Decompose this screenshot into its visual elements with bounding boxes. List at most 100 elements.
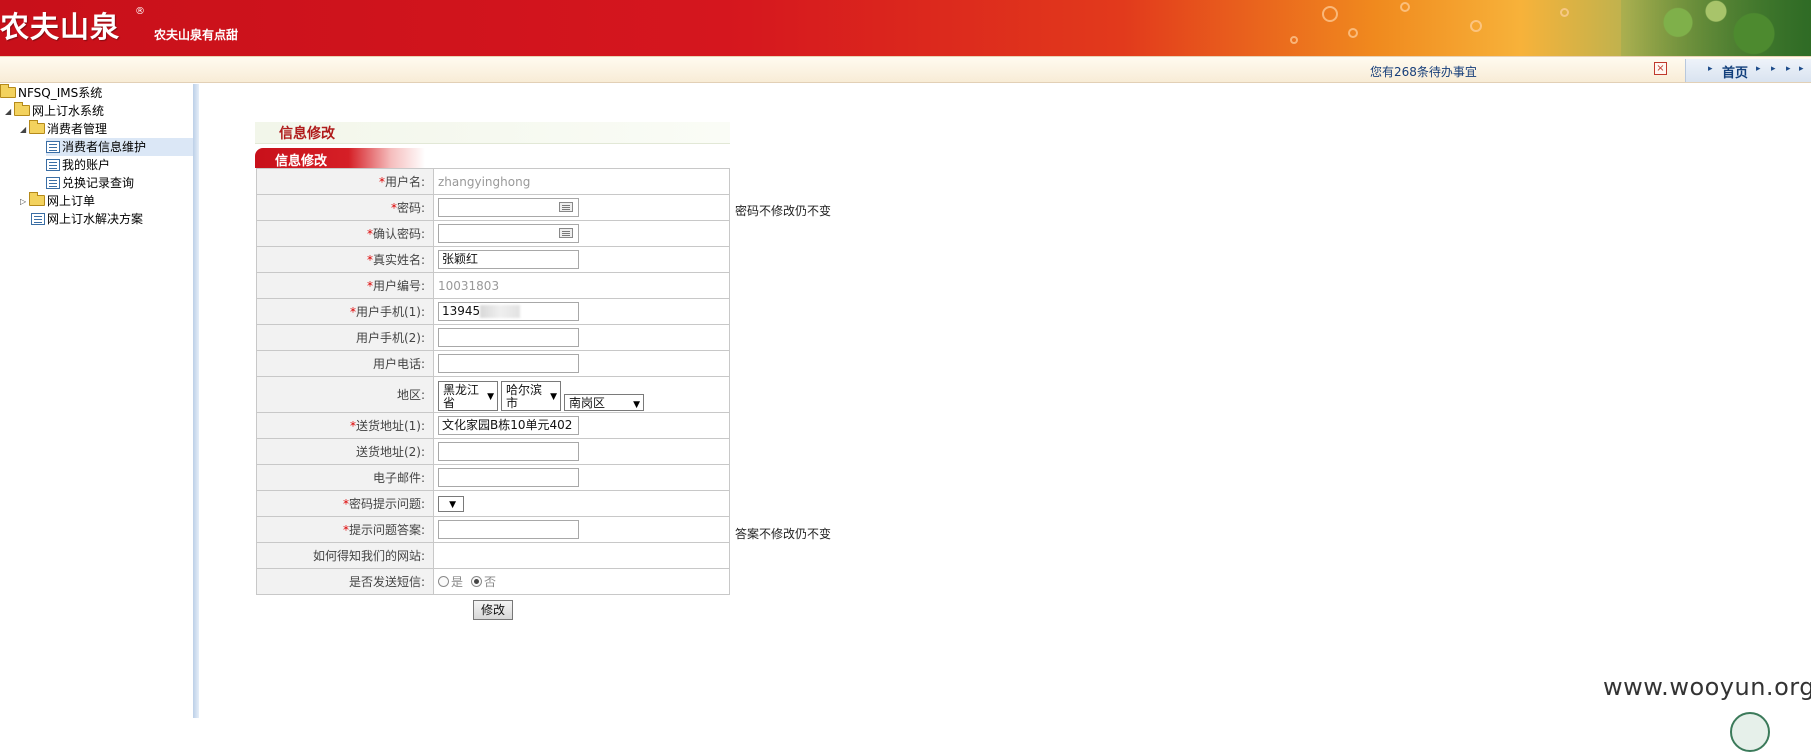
sms-no-label: 否 — [484, 575, 497, 589]
tree-node-online-order-system[interactable]: ◢ 网上订水系统 — [5, 102, 104, 120]
sms-yes-radio[interactable] — [438, 576, 449, 587]
tree-node-label: NFSQ_IMS系统 — [18, 86, 103, 100]
seal-logo-icon — [1730, 712, 1770, 752]
province-select[interactable]: 黑龙江省 ▼ — [438, 380, 498, 411]
confirm-password-label: 确认密码: — [372, 227, 425, 241]
arrow-right-icon: ▸ — [1771, 64, 1776, 74]
submit-button[interactable]: 修改 — [473, 600, 513, 620]
form-row-security-answer: *提示问题答案: — [256, 516, 730, 543]
city-select[interactable]: 哈尔滨市 ▼ — [501, 380, 561, 411]
notice-bar: 您有268条待办事宜 × ▸ 首页 ▸ ▸ ▸ ▸ — [0, 56, 1811, 83]
field-label: 用户电话: — [256, 350, 434, 377]
mobile1-value: 13945 — [442, 304, 481, 318]
security-answer-input[interactable] — [438, 520, 579, 539]
district-value: 南岗区 — [569, 396, 606, 410]
form-row-mobile2: 用户手机(2): — [256, 324, 730, 351]
field-label: 是否发送短信: — [256, 568, 434, 595]
edit-info-form: *用户名: zhangyinghong *密码: *确认密码: *真实姓名: 张… — [256, 168, 730, 595]
tree-node-root[interactable]: NFSQ_IMS系统 — [0, 84, 102, 102]
form-row-phone: 用户电话: — [256, 350, 730, 377]
form-row-username: *用户名: zhangyinghong — [256, 168, 730, 195]
field-label: *送货地址(1): — [256, 412, 434, 439]
field-label: *提示问题答案: — [256, 516, 434, 543]
security-question-select[interactable]: ▼ — [438, 495, 464, 512]
tree-node-label: 兑换记录查询 — [62, 176, 135, 190]
field-label: *密码: — [256, 194, 434, 221]
form-row-security-question: *密码提示问题: ▼ — [256, 490, 730, 517]
dropdown-arrow-icon: ▼ — [449, 499, 456, 510]
keyboard-icon[interactable] — [559, 228, 573, 238]
mobile1-input[interactable]: 13945 — [438, 302, 579, 321]
form-tab: 信息修改 — [255, 148, 730, 169]
real-name-input[interactable]: 张颖红 — [438, 250, 579, 269]
form-row-confirm-password: *确认密码: — [256, 220, 730, 247]
send-sms-label: 是否发送短信: — [348, 575, 425, 589]
password-label: 密码: — [396, 201, 425, 215]
nav-tab: ▸ 首页 ▸ ▸ ▸ ▸ — [1685, 59, 1811, 82]
tree-node-consumer-management[interactable]: ◢ 消费者管理 — [20, 120, 107, 138]
form-row-email: 电子邮件: — [256, 464, 730, 491]
address1-input[interactable]: 文化家园B栋10单元402 — [438, 416, 579, 435]
email-label: 电子邮件: — [372, 471, 425, 485]
form-row-region: 地区: 黑龙江省 ▼ 哈尔滨市 ▼ 南岗区 ▼ — [256, 376, 730, 413]
close-icon[interactable]: × — [1654, 62, 1667, 75]
tree-node-my-account[interactable]: 我的账户 — [46, 156, 110, 174]
mobile2-input[interactable] — [438, 328, 579, 347]
sidebar-splitter[interactable] — [193, 84, 199, 718]
security-question-label: 密码提示问题: — [348, 497, 425, 511]
form-row-address1: *送货地址(1): 文化家园B栋10单元402 — [256, 412, 730, 439]
how-known-label: 如何得知我们的网站: — [312, 549, 425, 563]
folder-open-icon — [14, 102, 30, 116]
form-row-mobile1: *用户手机(1): 13945 — [256, 298, 730, 325]
todo-link[interactable]: 您有268条待办事宜 — [1370, 63, 1477, 80]
field-label: 地区: — [256, 376, 434, 413]
tree-node-consumer-info[interactable]: 消费者信息维护 — [46, 138, 193, 156]
sms-no-radio[interactable] — [471, 576, 483, 587]
tree-node-label: 网上订水系统 — [32, 104, 105, 118]
water-drop-decoration — [1560, 8, 1569, 17]
tree-node-order-solution[interactable]: 网上订水解决方案 — [31, 210, 143, 228]
tree-node-redeem-records[interactable]: 兑换记录查询 — [46, 174, 134, 192]
district-select[interactable]: 南岗区 ▼ — [564, 394, 644, 411]
field-cell: 13945 — [433, 298, 730, 325]
field-label: 电子邮件: — [256, 464, 434, 491]
page-title: 信息修改 — [279, 126, 335, 142]
expand-arrow-icon[interactable]: ◢ — [5, 103, 14, 121]
phone-label: 用户电话: — [372, 357, 425, 371]
folder-open-icon — [29, 120, 45, 134]
confirm-password-input[interactable] — [438, 224, 579, 243]
expand-arrow-icon[interactable]: ◢ — [20, 121, 29, 139]
form-tab-label: 信息修改 — [275, 154, 328, 169]
username-label: 用户名: — [384, 175, 425, 189]
address2-input[interactable] — [438, 442, 579, 461]
answer-note: 答案不修改仍不变 — [735, 527, 832, 541]
field-label: 如何得知我们的网站: — [256, 542, 434, 569]
water-drop-decoration — [1400, 2, 1410, 12]
field-label: *确认密码: — [256, 220, 434, 247]
home-link[interactable]: 首页 — [1722, 62, 1748, 81]
field-label: 用户手机(2): — [256, 324, 434, 351]
field-cell — [433, 438, 730, 465]
water-drop-decoration — [1322, 6, 1338, 22]
form-row-address2: 送货地址(2): — [256, 438, 730, 465]
field-label: 送货地址(2): — [256, 438, 434, 465]
sidebar-tree: NFSQ_IMS系统 ◢ 网上订水系统 ◢ 消费者管理 消费者信息维护 我的账户 兑… — [0, 84, 193, 718]
phone-input[interactable] — [438, 354, 579, 373]
keyboard-icon[interactable] — [559, 202, 573, 212]
arrow-right-icon: ▸ — [1799, 64, 1804, 74]
tree-node-label: 网上订单 — [47, 194, 96, 208]
field-cell — [433, 220, 730, 247]
registered-mark: ® — [135, 6, 145, 17]
tree-node-online-orders[interactable]: ▷ 网上订单 — [20, 192, 95, 210]
collapse-arrow-icon[interactable]: ▷ — [20, 193, 29, 211]
email-input[interactable] — [438, 468, 579, 487]
water-drop-decoration — [1470, 20, 1482, 32]
field-cell — [433, 350, 730, 377]
field-cell — [433, 542, 730, 569]
field-cell — [433, 324, 730, 351]
username-value: zhangyinghong — [438, 174, 531, 189]
form-row-send-sms: 是否发送短信: 是否 — [256, 568, 730, 595]
field-label: *用户编号: — [256, 272, 434, 299]
password-input[interactable] — [438, 198, 579, 217]
field-cell: 黑龙江省 ▼ 哈尔滨市 ▼ 南岗区 ▼ — [433, 376, 730, 413]
